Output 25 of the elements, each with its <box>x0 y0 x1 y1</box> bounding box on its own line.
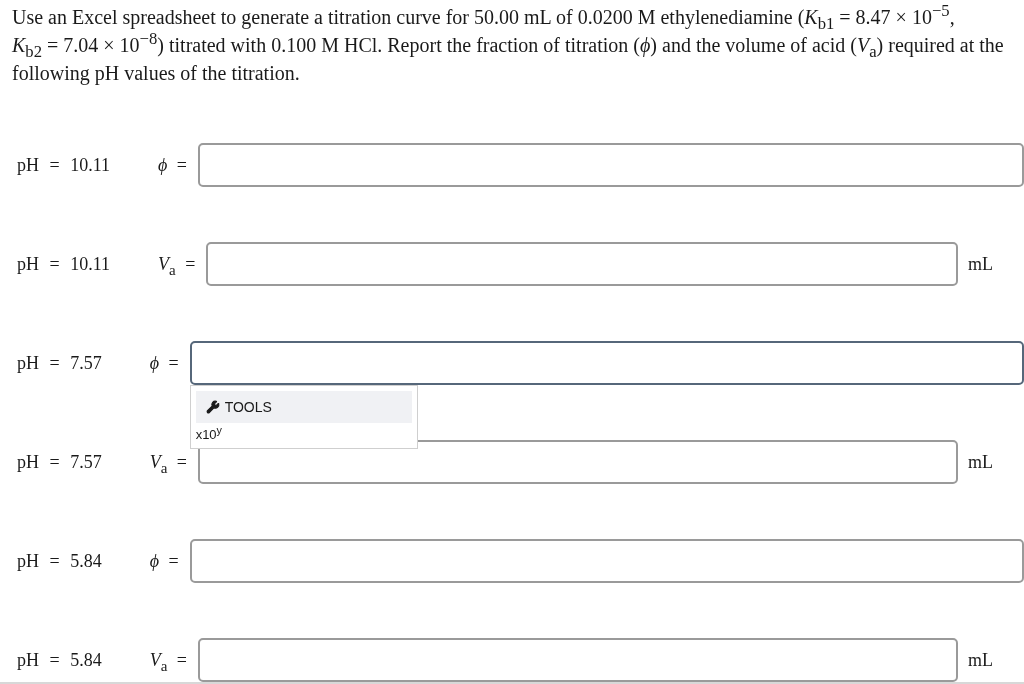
variable-label: ϕ = <box>158 154 187 176</box>
answer-field[interactable] <box>198 638 958 682</box>
variable-label: V$_{a}$ = <box>158 253 196 275</box>
ph-label: pH = 10.11 <box>17 253 110 275</box>
variable-label: V$_{a}$ = <box>149 649 187 671</box>
answer-field[interactable] <box>198 440 958 484</box>
question-text: Use an Excel spreadsheet to generate a titration curve for 50.00 mL of 0.0200 M ethylenediamine (K$_{b1}$ = 8.47 × 10$^{−5}$, K$_{b2}$ = 7.04 × 10$^{−8}$) titrated with 0.100 M HCl. Report the fraction of titration (ϕ) and the volume of acid (V$_{a}$) required at the following pH values of the titration. <box>12 3 1005 87</box>
wrench-icon <box>205 400 220 414</box>
variable-label: ϕ = <box>149 550 179 572</box>
variable-label: ϕ = <box>149 352 179 374</box>
answer-field[interactable] <box>197 143 1024 187</box>
ph-label: pH = 7.57 <box>17 451 102 473</box>
ph-label: pH = 5.84 <box>17 649 102 671</box>
answer-field[interactable] <box>189 539 1024 583</box>
exponent-option[interactable]: x10$^{y}$ <box>195 427 223 442</box>
ph-label: pH = 10.11 <box>17 154 110 176</box>
answer-field[interactable] <box>189 341 1024 385</box>
variable-label: V$_{a}$ = <box>149 451 187 473</box>
ph-label: pH = 5.84 <box>17 550 102 572</box>
unit-label: mL <box>967 451 994 473</box>
ph-label: pH = 7.57 <box>17 352 102 374</box>
answer-field[interactable] <box>206 242 958 286</box>
unit-label: mL <box>967 649 994 671</box>
tools-button[interactable]: TOOLS <box>195 391 412 423</box>
unit-label: mL <box>967 253 994 275</box>
